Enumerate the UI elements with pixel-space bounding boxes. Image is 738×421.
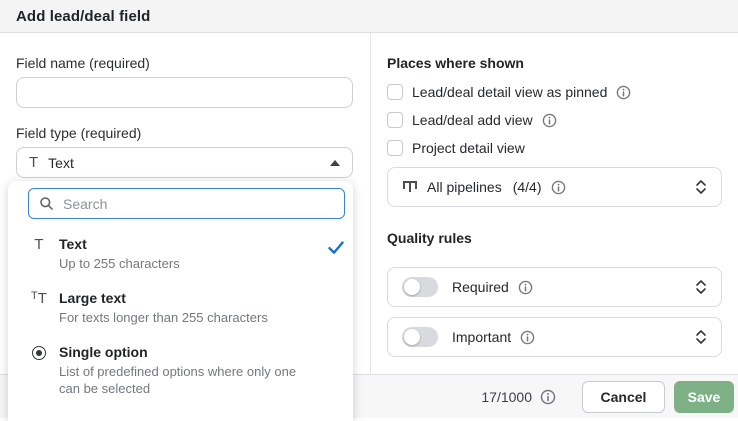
- info-icon[interactable]: [616, 85, 631, 100]
- option-description: For texts longer than 255 characters: [59, 310, 268, 325]
- field-type-select[interactable]: T Text: [16, 147, 353, 178]
- search-icon: [40, 197, 53, 210]
- pipelines-count: (4/4): [512, 179, 542, 195]
- unfold-icon[interactable]: [695, 328, 707, 346]
- option-description: Up to 255 characters: [59, 256, 180, 271]
- quality-rules-header: Quality rules: [387, 230, 472, 246]
- field-name-input[interactable]: [16, 77, 353, 108]
- places-where-shown-header: Places where shown: [387, 55, 524, 71]
- option-title: Text: [59, 236, 87, 252]
- checkbox[interactable]: [387, 140, 403, 156]
- required-toggle[interactable]: [402, 277, 438, 297]
- field-name-label: Field name (required): [16, 55, 150, 71]
- toggle-knob: [404, 329, 420, 345]
- info-icon[interactable]: [540, 389, 556, 405]
- single-option-type-icon: [28, 343, 50, 397]
- text-type-icon: T: [29, 154, 39, 171]
- checkbox[interactable]: [387, 112, 403, 128]
- rule-label: Important: [452, 329, 512, 345]
- pipeline-icon: [403, 181, 417, 192]
- important-rule-box[interactable]: Important: [387, 317, 722, 357]
- unfold-icon[interactable]: [695, 178, 707, 196]
- text-type-icon: T: [34, 236, 44, 253]
- checkbox-row-add-view[interactable]: Lead/deal add view: [387, 112, 557, 128]
- dropdown-option-single-option[interactable]: Single option List of predefined options…: [28, 343, 314, 397]
- info-icon[interactable]: [520, 330, 535, 345]
- option-title: Large text: [59, 290, 126, 306]
- dropdown-option-text[interactable]: T Text Up to 255 characters: [28, 235, 180, 272]
- all-pipelines-selector[interactable]: All pipelines (4/4): [387, 167, 722, 207]
- field-type-value: Text: [48, 154, 74, 171]
- required-rule-box[interactable]: Required: [387, 267, 722, 307]
- dropdown-option-large-text[interactable]: TT Large text For texts longer than 255 …: [28, 289, 268, 326]
- dropdown-search-input[interactable]: [63, 195, 334, 212]
- unfold-icon[interactable]: [695, 278, 707, 296]
- collapse-caret-icon: [330, 159, 340, 166]
- modal-title: Add lead/deal field: [16, 7, 151, 25]
- checkbox-row-project-detail-view[interactable]: Project detail view: [387, 140, 525, 156]
- field-type-label: Field type (required): [16, 125, 142, 141]
- option-description: List of predefined options where only on…: [59, 364, 297, 396]
- important-toggle[interactable]: [402, 327, 438, 347]
- cancel-button[interactable]: Cancel: [582, 380, 665, 413]
- large-text-type-icon: TT: [31, 290, 47, 307]
- info-icon[interactable]: [518, 280, 533, 295]
- info-icon[interactable]: [551, 180, 566, 195]
- modal-header: Add lead/deal field: [0, 0, 738, 33]
- column-divider: [370, 33, 371, 374]
- info-icon[interactable]: [542, 113, 557, 128]
- checkbox-label: Lead/deal add view: [412, 112, 533, 128]
- dropdown-search[interactable]: [28, 188, 345, 219]
- checkbox-label: Lead/deal detail view as pinned: [412, 84, 608, 100]
- checkbox-label: Project detail view: [412, 140, 525, 156]
- rule-label: Required: [452, 279, 509, 295]
- field-type-dropdown: T Text Up to 255 characters TT Large tex…: [8, 181, 353, 421]
- toggle-knob: [404, 279, 420, 295]
- field-count: 17/1000: [481, 388, 532, 405]
- pipelines-label: All pipelines: [427, 179, 502, 195]
- option-title: Single option: [59, 344, 148, 360]
- save-button[interactable]: Save: [674, 380, 734, 413]
- checkbox-row-detail-view-pinned[interactable]: Lead/deal detail view as pinned: [387, 84, 631, 100]
- selected-check-icon: [328, 241, 344, 254]
- checkbox[interactable]: [387, 84, 403, 100]
